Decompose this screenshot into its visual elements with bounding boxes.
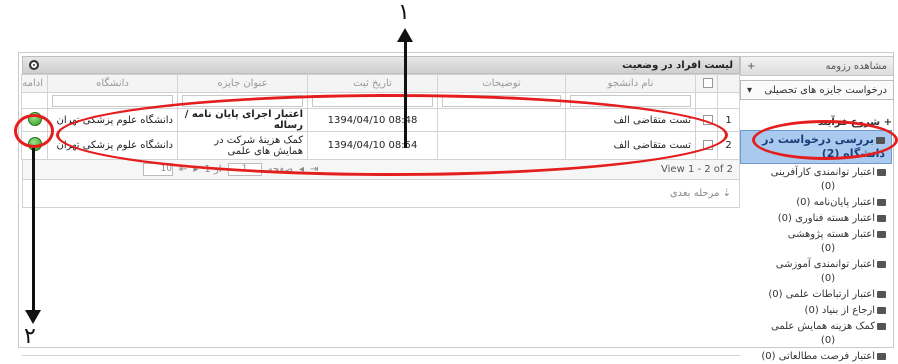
arrow-head-up-icon [397,28,413,42]
annotation-ellipse-rows [56,94,728,176]
folder-icon [877,306,886,314]
col-award[interactable]: عنوان جایزه [177,74,308,93]
resume-title: مشاهده رزومه [825,60,887,72]
col-university[interactable]: دانشگاه [47,74,178,93]
annotation-ellipse-go [14,114,54,148]
tree-node[interactable]: اعتبار توانمندی کارآفرینی (0) [740,166,894,194]
collapse-icon[interactable] [29,60,39,70]
view-count: View 1 - 2 of 2 [661,164,733,175]
col-notes[interactable]: توضیحات [437,74,566,93]
tree-node[interactable]: اعتبار هسته فناوری (0) [740,212,894,226]
col-student[interactable]: نام دانشجو [565,74,696,93]
folder-icon [877,290,886,298]
resume-header[interactable]: مشاهده رزومه + [740,56,894,76]
request-type-select[interactable]: درخواست جایزه های تحصیلی ▾ [740,80,894,100]
add-icon[interactable]: + [747,61,755,72]
select-all-checkbox[interactable] [695,74,718,93]
annotation-ellipse-selected-node [752,120,898,160]
header-row: نام دانشجو توضیحات تاریخ ثبت عنوان جایزه… [21,74,740,93]
chevron-down-icon: ▾ [747,84,753,96]
tree-node[interactable]: اعتبار فرصت مطالعاتی (0) [740,350,894,364]
tree-node[interactable]: اعتبار هسته پژوهشی (0) [740,228,894,256]
folder-icon [877,260,886,268]
folder-icon [877,198,886,206]
annotation-label-1: ۱ [398,0,410,25]
grid-titlebar: لیست افراد در وضعیت [22,56,740,74]
tree-node[interactable]: کمک هزینه همایش علمی (0) [740,320,894,348]
arrow-head-down-icon [25,310,41,324]
next-step-bar: ⇣ مرحله بعدی [22,180,740,208]
tree-node[interactable]: اعتبار ارتباطات علمی (0) [740,288,894,302]
annotation-arrow-1 [404,38,407,148]
annotation-label-2: ۲ [24,324,36,349]
tree-node[interactable]: اعتبار توانمندی آموزشی (0) [740,258,894,286]
annotation-arrow-2 [32,148,35,312]
folder-icon [877,214,886,222]
grid-title: لیست افراد در وضعیت [622,59,733,71]
select-value: درخواست جایزه های تحصیلی [764,84,887,96]
col-date[interactable]: تاریخ ثبت [307,74,438,93]
folder-icon [877,230,886,238]
row-number-header [717,74,740,93]
folder-icon [877,352,886,360]
empty-area [22,208,740,356]
tree-node[interactable]: ارجاع از بنیاد (0) [740,304,894,318]
side-panel: مشاهده رزومه + درخواست جایزه های تحصیلی … [740,56,894,362]
col-continue[interactable]: ادامه [21,74,48,93]
tree-node[interactable]: اعتبار پایان‌نامه (0) [740,196,894,210]
folder-icon [877,322,886,330]
folder-icon [877,168,886,176]
next-step-button[interactable]: ⇣ مرحله بعدی [670,188,731,199]
